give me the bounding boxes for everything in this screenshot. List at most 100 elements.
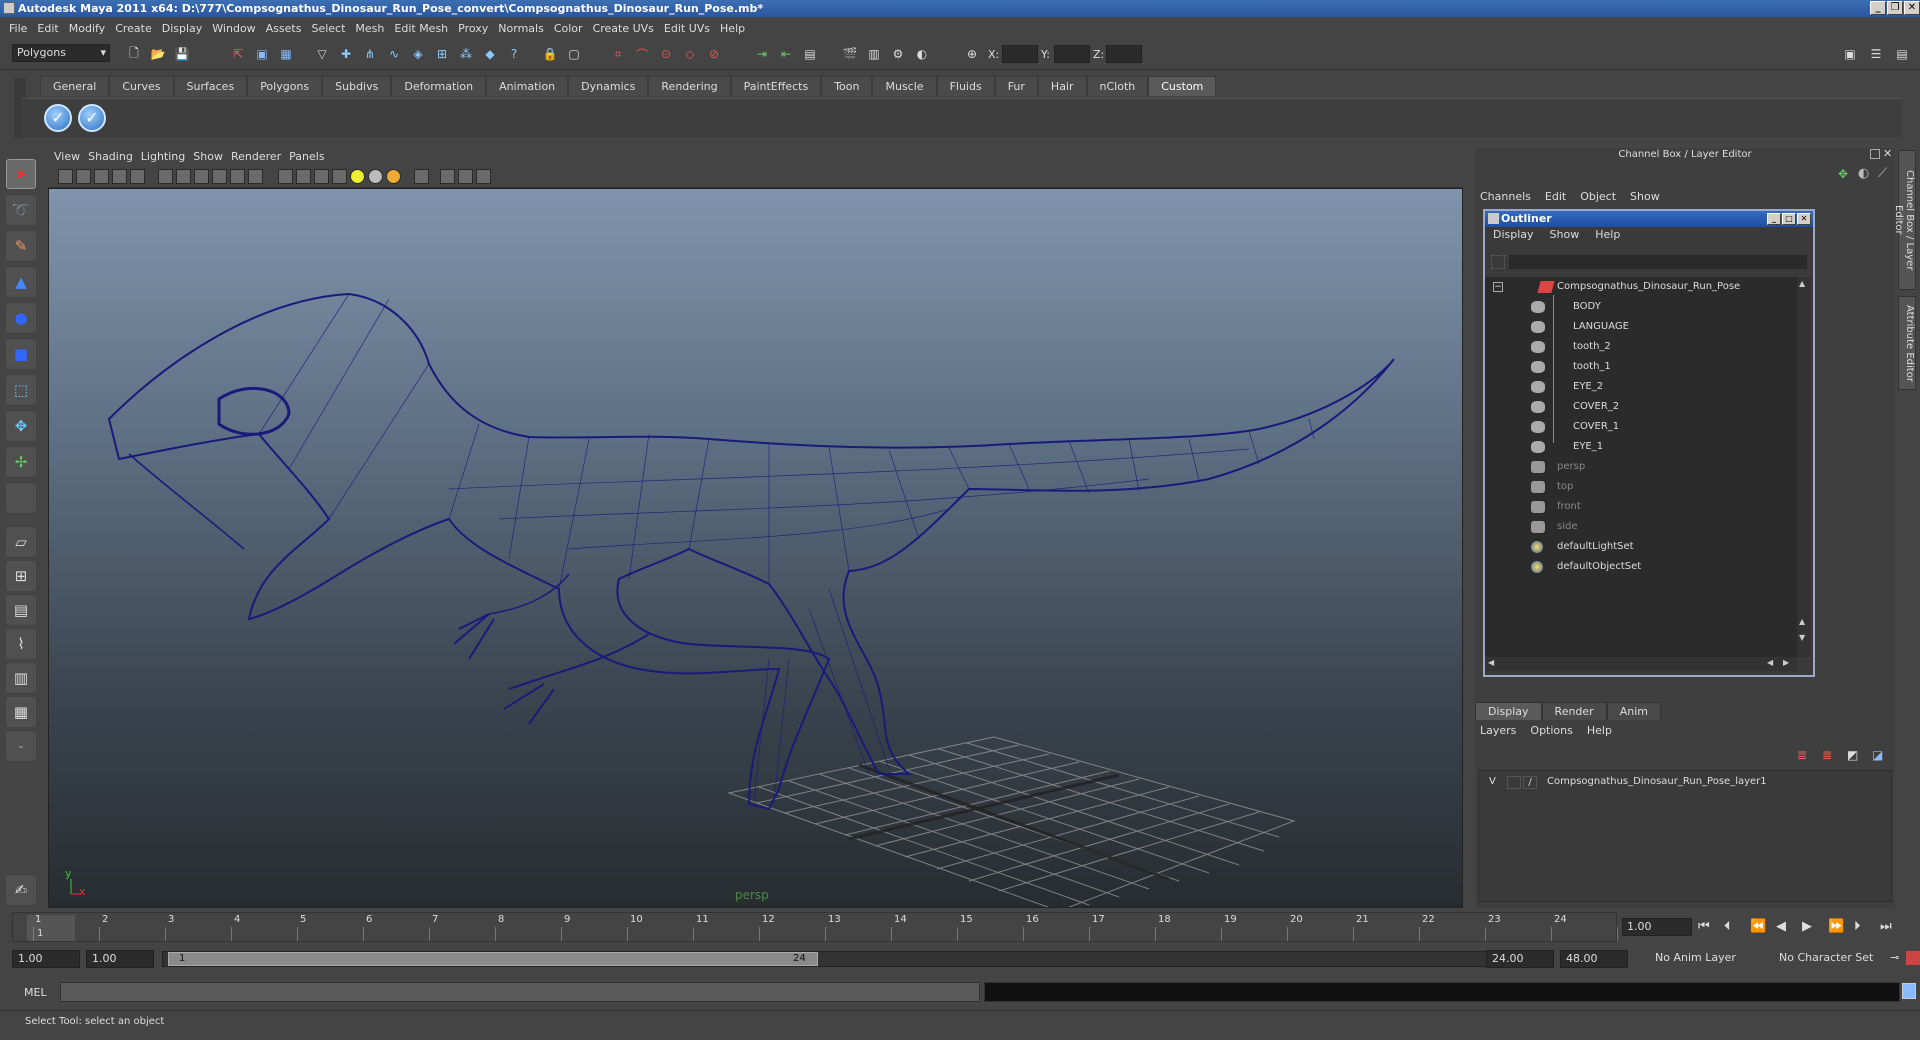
tool-settings-toggle-icon[interactable]: ☰: [1866, 44, 1886, 64]
side-tab-channel-box[interactable]: Channel Box / Layer Editor: [1893, 150, 1916, 290]
soft-modification-tool-icon[interactable]: ✥: [6, 411, 36, 441]
menu-modify[interactable]: Modify: [66, 22, 112, 35]
select-curves-icon[interactable]: ∿: [384, 44, 404, 64]
layout-outliner-persp-icon[interactable]: ▤: [6, 595, 36, 625]
save-scene-icon[interactable]: 💾: [172, 44, 192, 64]
outliner-close-button[interactable]: ✕: [1797, 213, 1811, 225]
menu-file[interactable]: File: [6, 22, 34, 35]
maximize-button[interactable]: ❐: [1887, 1, 1903, 15]
outliner-item-cover-1[interactable]: COVER_1: [1531, 418, 1619, 436]
render-current-frame-icon[interactable]: 🎬: [840, 44, 860, 64]
menu-select[interactable]: Select: [308, 22, 352, 35]
outliner-item-eye-2[interactable]: EYE_2: [1531, 378, 1603, 396]
move-layer-down-icon[interactable]: ≣: [1822, 748, 1832, 762]
x-field[interactable]: [1002, 45, 1038, 63]
select-by-object-icon[interactable]: ▣: [252, 44, 272, 64]
viewport-menu-view[interactable]: View: [54, 150, 88, 163]
high-quality-icon[interactable]: [386, 169, 401, 184]
input-operations-icon[interactable]: ⇥: [752, 44, 772, 64]
outliner-item-cover-2[interactable]: COVER_2: [1531, 398, 1619, 416]
outliner-horizontal-scrollbar[interactable]: ◀ ◀ ▶: [1485, 657, 1797, 671]
shelf-tab-curves[interactable]: Curves: [109, 76, 174, 96]
menu-display[interactable]: Display: [159, 22, 210, 35]
auto-key-icon[interactable]: ⊸: [1890, 951, 1899, 964]
snap-to-view-plane-icon[interactable]: ◇: [680, 44, 700, 64]
hypershade-icon[interactable]: ◐: [912, 44, 932, 64]
select-joints-icon[interactable]: ⋔: [360, 44, 380, 64]
layout-graph-persp-icon[interactable]: ⌇: [6, 629, 36, 659]
viewport-menu-show[interactable]: Show: [193, 150, 231, 163]
custom-shelf-button-1-icon[interactable]: ✓: [44, 104, 72, 132]
channel-box-manip-icon[interactable]: ✥: [1838, 167, 1848, 181]
scale-tool-icon[interactable]: ■: [6, 339, 36, 369]
shelf-tab-toon[interactable]: Toon: [821, 76, 873, 96]
select-by-hierarchy-icon[interactable]: ⇱: [228, 44, 248, 64]
menu-normals[interactable]: Normals: [495, 22, 551, 35]
outliner-item-root[interactable]: Compsognathus_Dinosaur_Run_Pose: [1537, 278, 1740, 296]
scroll-left-icon[interactable]: ◀: [1767, 658, 1773, 667]
step-back-frame-icon[interactable]: ⏴: [1724, 919, 1731, 934]
scroll-left-icon[interactable]: ◀: [1488, 658, 1494, 667]
channel-box-hyper-icon[interactable]: ⟋: [1878, 166, 1887, 181]
smooth-shading-icon[interactable]: [296, 169, 311, 184]
xray-joints-icon[interactable]: [458, 169, 473, 184]
go-to-start-icon[interactable]: ⏮: [1698, 919, 1710, 934]
snap-to-curve-icon[interactable]: ⌒: [632, 44, 652, 64]
shelf-tab-subdivs[interactable]: Subdivs: [322, 76, 392, 96]
shelf-tab-hair[interactable]: Hair: [1037, 76, 1087, 96]
shelf-tab-surfaces[interactable]: Surfaces: [173, 76, 248, 96]
command-language-label[interactable]: MEL: [24, 986, 47, 999]
shelf-tab-muscle[interactable]: Muscle: [872, 76, 937, 96]
outliner-filter-icon[interactable]: [1491, 255, 1505, 269]
z-field[interactable]: [1106, 45, 1142, 63]
shelf-tab-polygons[interactable]: Polygons: [247, 76, 323, 96]
camera-attributes-icon[interactable]: [76, 169, 91, 184]
layer-options-menu[interactable]: Options: [1530, 724, 1586, 740]
ipr-render-icon[interactable]: ▥: [864, 44, 884, 64]
grid-icon[interactable]: [158, 169, 173, 184]
shelf-tab-animation[interactable]: Animation: [486, 76, 569, 96]
step-forward-frame-icon[interactable]: ⏵: [1854, 919, 1861, 934]
command-input[interactable]: [60, 982, 980, 1002]
go-to-end-icon[interactable]: ⏭: [1880, 919, 1892, 934]
open-scene-icon[interactable]: 📂: [148, 44, 168, 64]
select-deformations-icon[interactable]: ⊞: [432, 44, 452, 64]
perspective-viewport[interactable]: y x: [48, 188, 1463, 908]
outliner-minimize-button[interactable]: _: [1767, 213, 1781, 225]
shelf-tab-deformation[interactable]: Deformation: [391, 76, 487, 96]
layout-trax-persp-icon[interactable]: ▦: [6, 697, 36, 727]
channel-edit-menu[interactable]: Edit: [1545, 190, 1580, 206]
menu-edit-mesh[interactable]: Edit Mesh: [391, 22, 455, 35]
menu-color[interactable]: Color: [551, 22, 590, 35]
shelf-tab-general[interactable]: General: [40, 76, 110, 96]
shelf-tab-rendering[interactable]: Rendering: [648, 76, 731, 96]
outliner-search-field[interactable]: [1509, 255, 1807, 269]
mask-dropdown-icon[interactable]: ▽: [312, 44, 332, 64]
outliner-item-persp[interactable]: persp: [1531, 458, 1585, 476]
outliner-item-top[interactable]: top: [1531, 478, 1573, 496]
scroll-up-icon[interactable]: ▲: [1799, 617, 1805, 626]
menu-edit-uvs[interactable]: Edit UVs: [661, 22, 717, 35]
y-field[interactable]: [1054, 45, 1090, 63]
menuset-dropdown[interactable]: Polygons ▾: [12, 44, 110, 62]
playback-end-field[interactable]: 24.00: [1486, 950, 1554, 968]
highlight-selection-icon[interactable]: ▢: [564, 44, 584, 64]
layer-tab-anim[interactable]: Anim: [1606, 702, 1661, 720]
wireframe-shading-icon[interactable]: [278, 169, 293, 184]
playback-start-field[interactable]: 1.00: [86, 950, 154, 968]
render-settings-icon[interactable]: ⚙: [888, 44, 908, 64]
viewport-menu-panels[interactable]: Panels: [289, 150, 332, 163]
current-time-field[interactable]: 1.00: [1622, 918, 1692, 936]
outliner-item-tooth-2[interactable]: tooth_2: [1531, 338, 1611, 356]
gate-mask-icon[interactable]: [212, 169, 227, 184]
rotate-tool-icon[interactable]: ●: [6, 303, 36, 333]
custom-shelf-button-2-icon[interactable]: ✓: [78, 104, 106, 132]
script-editor-icon[interactable]: ✍: [6, 875, 36, 905]
range-slider-handle[interactable]: 1 24: [168, 952, 818, 966]
use-all-lights-icon[interactable]: [350, 169, 365, 184]
lasso-tool-icon[interactable]: ➰: [6, 195, 36, 225]
menu-create-uvs[interactable]: Create UVs: [590, 22, 661, 35]
outliner-menu-help[interactable]: Help: [1595, 228, 1636, 244]
layout-four-panes-icon[interactable]: ⊞: [6, 561, 36, 591]
isolate-select-icon[interactable]: [414, 169, 429, 184]
